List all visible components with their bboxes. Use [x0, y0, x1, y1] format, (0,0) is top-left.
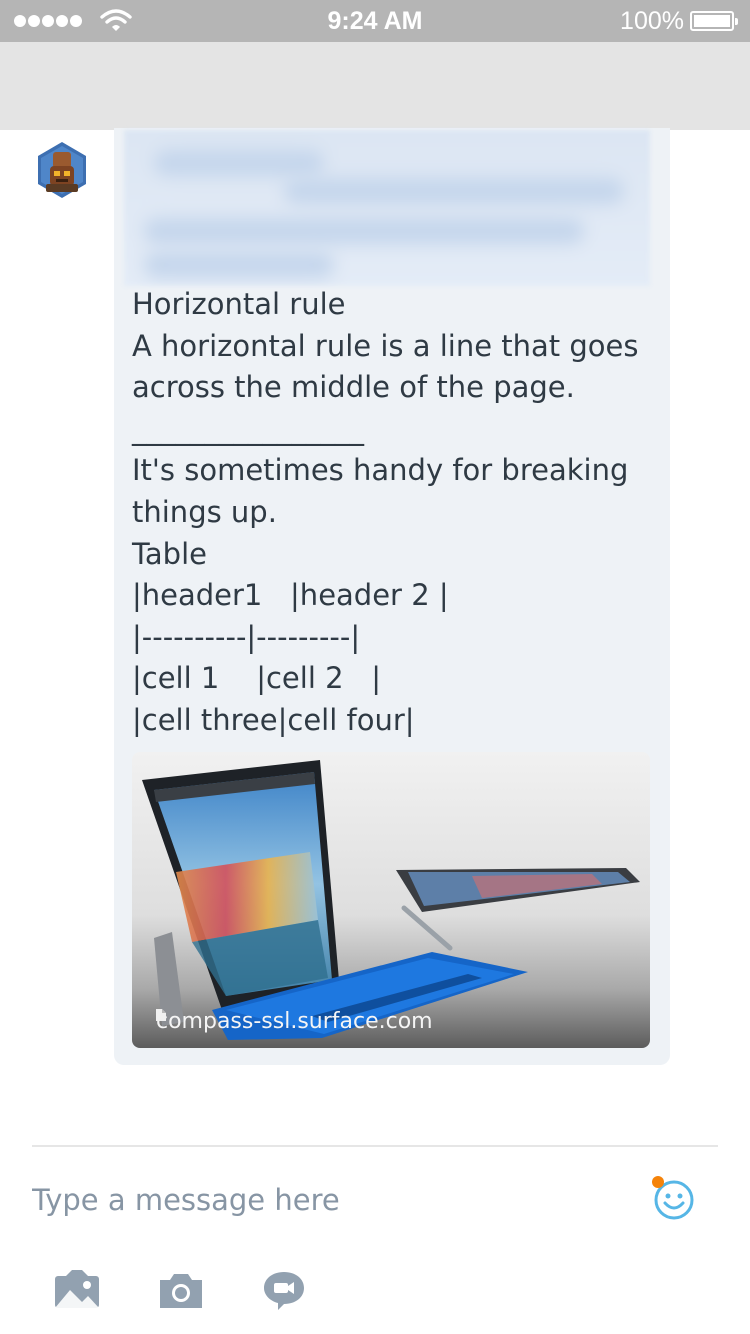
blurred-content — [124, 130, 650, 286]
status-bar: 9:24 AM 100% — [0, 0, 750, 42]
message-line: |cell 1 |cell 2 | — [132, 661, 381, 696]
link-preview-caption[interactable]: compass-ssl.surface.com — [156, 1009, 433, 1034]
message-line: |header1 |header 2 | — [132, 578, 449, 613]
notification-dot — [652, 1176, 664, 1188]
link-preview-domain[interactable]: compass-ssl.surface.com — [156, 1009, 433, 1034]
conversation-header — [0, 42, 750, 130]
message-line: Table — [132, 536, 207, 571]
composer-divider — [32, 1145, 718, 1147]
message-line: Horizontal rule — [132, 287, 346, 321]
message-line: |cell three|cell four| — [132, 702, 415, 737]
link-preview-image — [142, 760, 640, 1040]
document-icon — [156, 1009, 166, 1021]
sender-avatar[interactable] — [32, 140, 92, 200]
battery-icon — [690, 11, 738, 31]
message-line: ________________ — [132, 411, 364, 446]
message-line: It's sometimes handy for breaking things… — [132, 453, 638, 529]
link-preview-card[interactable]: compass-ssl.surface.com — [132, 752, 650, 1048]
message-input[interactable] — [32, 1176, 592, 1224]
emoji-button[interactable] — [648, 1174, 698, 1224]
camera-icon[interactable] — [156, 1270, 206, 1312]
message-line: |----------|---------| — [132, 619, 361, 654]
image-gallery-icon[interactable] — [52, 1270, 102, 1312]
battery-percentage: 100% — [620, 7, 684, 35]
video-message-icon[interactable] — [262, 1270, 312, 1312]
message-line: A horizontal rule is a line that goes ac… — [132, 328, 648, 405]
message-text: Horizontal rule A horizontal rule is a l… — [132, 284, 652, 742]
